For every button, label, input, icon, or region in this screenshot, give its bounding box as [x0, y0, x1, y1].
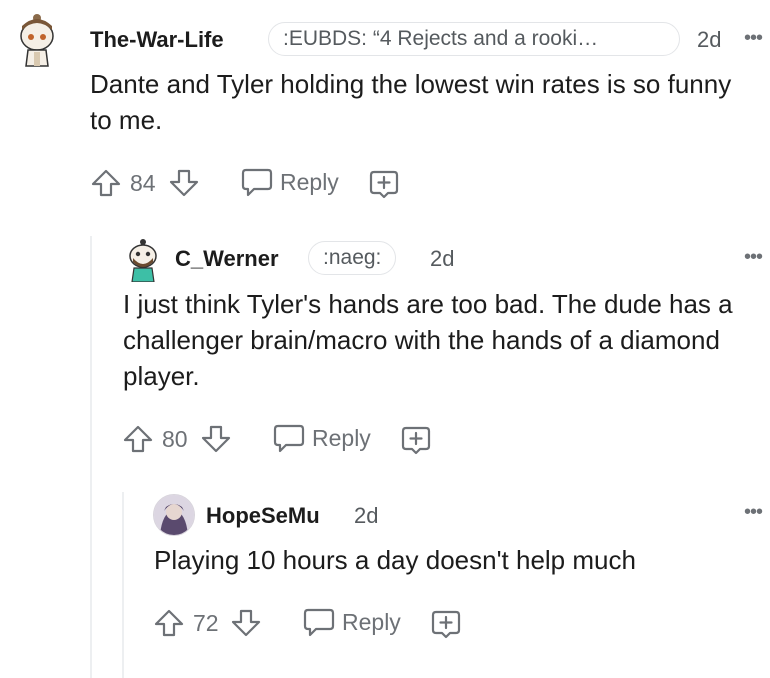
profile-picture-icon — [154, 495, 194, 535]
vote-count: 80 — [162, 426, 188, 452]
reply-button[interactable]: Reply — [272, 422, 371, 454]
more-options-icon[interactable]: ••• — [744, 27, 763, 50]
upvote-arrow-icon — [154, 609, 184, 637]
downvote-arrow-icon — [201, 425, 231, 453]
reply-label: Reply — [312, 424, 371, 451]
timestamp: 2d — [430, 246, 455, 271]
award-button[interactable] — [400, 424, 432, 456]
comment-bubble-icon — [241, 168, 273, 197]
upvote-button[interactable] — [153, 608, 185, 638]
username[interactable]: The-War-Life — [90, 27, 224, 53]
reply-button[interactable]: Reply — [302, 606, 401, 638]
award-plus-icon — [401, 426, 431, 455]
thread-line-level-1[interactable] — [90, 236, 92, 678]
upvote-arrow-icon — [123, 425, 153, 453]
downvote-button[interactable] — [230, 608, 262, 638]
award-plus-icon — [431, 610, 461, 639]
avatar[interactable] — [124, 238, 162, 282]
upvote-button[interactable] — [90, 168, 122, 198]
username[interactable]: HopeSeMu — [206, 503, 320, 529]
downvote-button[interactable] — [168, 168, 200, 198]
thread-line-level-2[interactable] — [122, 492, 124, 678]
comment-body: I just think Tyler's hands are too bad. … — [123, 289, 733, 391]
downvote-button[interactable] — [200, 424, 232, 454]
comment-body: Dante and Tyler holding the lowest win r… — [90, 69, 732, 135]
user-flair: :EUBDS: “4 Rejects and a rooki… — [268, 22, 680, 56]
reply-label: Reply — [342, 608, 401, 635]
downvote-arrow-icon — [231, 609, 261, 637]
vote-count: 84 — [130, 170, 156, 196]
reply-label: Reply — [280, 168, 339, 195]
comment-body: Playing 10 hours a day doesn't help much — [154, 545, 636, 575]
reply-button[interactable]: Reply — [240, 166, 339, 198]
more-options-icon[interactable]: ••• — [744, 246, 763, 269]
upvote-arrow-icon — [91, 169, 121, 197]
timestamp: 2d — [697, 27, 722, 52]
comment-bubble-icon — [303, 608, 335, 637]
timestamp: 2d — [354, 503, 379, 528]
comment-bubble-icon — [273, 424, 305, 453]
award-plus-icon — [369, 170, 399, 199]
downvote-arrow-icon — [169, 169, 199, 197]
avatar[interactable] — [14, 12, 60, 68]
user-flair: :naeg: — [308, 241, 397, 275]
more-options-icon[interactable]: ••• — [744, 501, 763, 524]
snoo-avatar-icon — [20, 14, 54, 67]
avatar[interactable] — [153, 494, 195, 536]
snoo-avatar-icon — [129, 239, 157, 282]
upvote-button[interactable] — [122, 424, 154, 454]
award-button[interactable] — [430, 608, 462, 640]
vote-count: 72 — [193, 610, 219, 636]
award-button[interactable] — [368, 168, 400, 200]
username[interactable]: C_Werner — [175, 246, 279, 272]
